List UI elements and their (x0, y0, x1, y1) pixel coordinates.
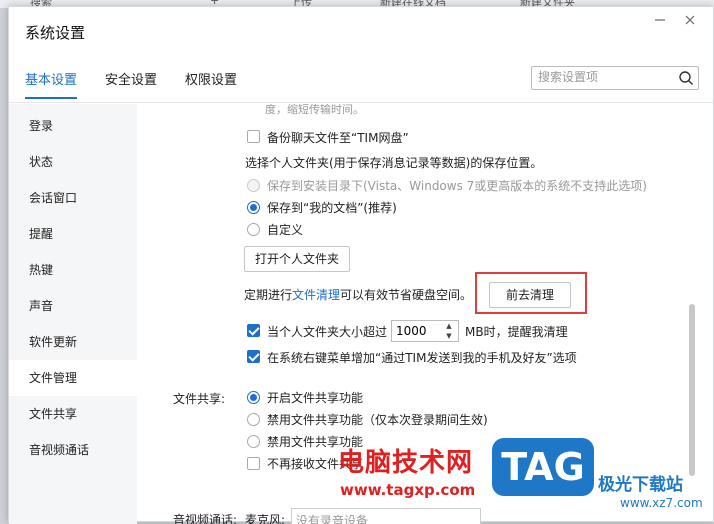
watermark-url: www.tagxp.com (340, 481, 476, 499)
context-menu-checkbox[interactable] (247, 350, 260, 363)
watermark-site-url: www.xz7.com (620, 496, 703, 510)
search-input[interactable] (538, 70, 668, 84)
size-remind-checkbox[interactable] (247, 324, 260, 337)
close-icon[interactable] (681, 14, 699, 30)
radio-custom-label: 自定义 (267, 223, 304, 237)
backup-label: 备份聊天文件至“TIM网盘” (267, 131, 409, 145)
radio-install-dir-label: 保存到安装目录下(Vista、Windows 7或更高版本的系统不支持此选项) (267, 179, 647, 193)
sidebar-item-login[interactable]: 登录 (9, 108, 137, 144)
mic-label: 麦克风: (245, 513, 286, 524)
sidebar-item-reminders[interactable]: 提醒 (9, 216, 137, 252)
no-receive-checkbox[interactable] (247, 457, 260, 470)
size-remind-label-suffix: MB时，提醒我清理 (465, 325, 568, 339)
cleanup-link[interactable]: 文件清理 (292, 288, 340, 302)
tab-security-settings[interactable]: 安全设置 (105, 69, 157, 97)
stepper-down-icon[interactable]: ▼ (444, 332, 454, 341)
radio-share-enable[interactable] (247, 391, 260, 404)
file-share-section-label: 文件共享: (173, 392, 226, 406)
sidebar-item-file-management[interactable]: 文件管理 (9, 360, 137, 396)
cleanup-prefix: 定期进行 (244, 288, 293, 302)
radio-share-disable[interactable] (247, 435, 260, 448)
stepper-up-icon[interactable]: ▲ (444, 322, 454, 331)
size-stepper[interactable]: ▲ ▼ (391, 320, 459, 342)
watermark-cn-text: 电脑技术网 (338, 448, 474, 478)
tab-permission-settings[interactable]: 权限设置 (185, 69, 237, 97)
context-menu-label: 在系统右键菜单增加“通过TIM发送到我的手机及好友”选项 (267, 351, 577, 365)
radio-share-disable-session-label: 禁用文件共享功能（仅本次登录期间生效) (267, 413, 488, 427)
radio-my-documents-label: 保存到“我的文档”(推荐) (267, 201, 397, 215)
sidebar-item-status[interactable]: 状态 (9, 144, 137, 180)
radio-share-enable-label: 开启文件共享功能 (267, 391, 364, 405)
radio-custom[interactable] (247, 223, 260, 236)
sidebar-item-sound[interactable]: 声音 (9, 288, 137, 324)
sidebar-item-file-sharing[interactable]: 文件共享 (9, 396, 137, 432)
minimize-icon[interactable] (651, 14, 669, 30)
content-scrollbar[interactable] (689, 304, 695, 476)
radio-share-disable-session[interactable] (247, 413, 260, 426)
truncated-text: 度，缩短传输时间。 (265, 104, 364, 116)
tab-bar: 基本设置 安全设置 权限设置 (9, 63, 713, 103)
open-folder-button[interactable]: 打开个人文件夹 (244, 246, 350, 272)
settings-search[interactable] (531, 66, 699, 90)
tab-basic-settings[interactable]: 基本设置 (25, 69, 78, 99)
av-call-section-label: 音视频通话: (173, 513, 238, 524)
folder-prompt: 选择个人文件夹(用于保存消息记录等数据)的保存位置。 (245, 156, 543, 170)
window-title: 系统设置 (25, 24, 86, 42)
radio-my-documents[interactable] (247, 201, 260, 214)
sidebar-item-chat-window[interactable]: 会话窗口 (9, 180, 137, 216)
radio-install-dir[interactable] (247, 179, 260, 192)
search-icon[interactable] (678, 70, 694, 86)
sidebar-item-av-call[interactable]: 音视频通话 (9, 432, 137, 468)
sidebar-item-updates[interactable]: 软件更新 (9, 324, 137, 360)
watermark-tag-logo: TAG (492, 438, 594, 496)
size-input[interactable] (396, 324, 436, 338)
size-remind-label-prefix: 当个人文件夹大小超过 (267, 325, 388, 339)
watermark-site-name: 极光下载站 (598, 475, 683, 495)
sidebar-item-hotkeys[interactable]: 热键 (9, 252, 137, 288)
sidebar: 登录 状态 会话窗口 提醒 热键 声音 软件更新 文件管理 文件共享 音视频通话 (9, 104, 137, 524)
mic-select-value: 没有录音设备 (296, 514, 369, 524)
backup-checkbox[interactable] (247, 130, 260, 143)
cleanup-suffix: 可以有效节省硬盘空间。 (340, 288, 473, 302)
cleanup-button[interactable]: 前去清理 (489, 282, 571, 308)
cleanup-text: 定期进行文件清理可以有效节省硬盘空间。 (244, 286, 472, 303)
